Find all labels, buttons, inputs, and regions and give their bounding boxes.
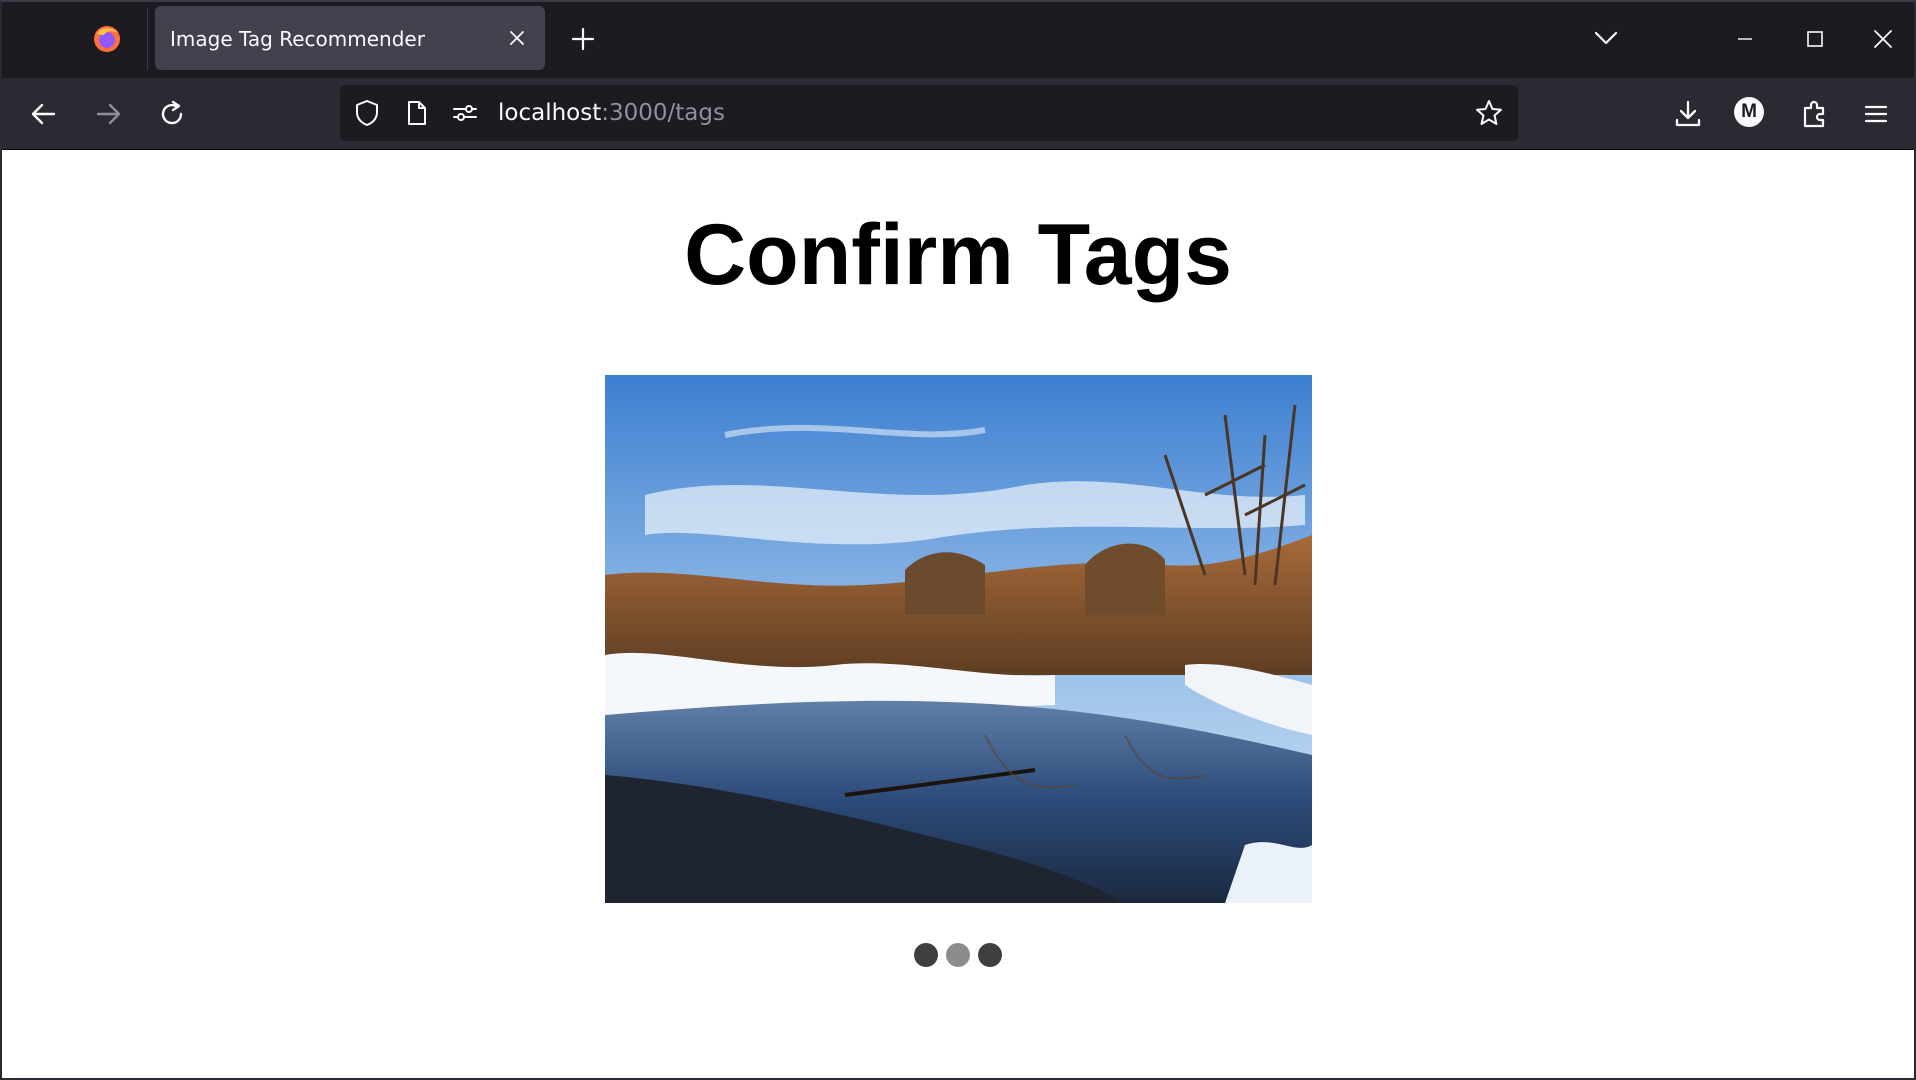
hamburger-menu-icon[interactable] — [1858, 96, 1894, 132]
active-tab[interactable]: Image Tag Recommender — [155, 6, 545, 70]
tab-title: Image Tag Recommender — [170, 27, 425, 51]
shield-icon[interactable] — [352, 98, 382, 128]
page-icon[interactable] — [402, 98, 432, 128]
plus-icon[interactable] — [568, 24, 598, 54]
carousel-dot-2[interactable] — [946, 943, 970, 967]
star-icon[interactable] — [1474, 98, 1504, 128]
reload-icon[interactable] — [154, 96, 190, 132]
tab-separator — [147, 8, 148, 70]
carousel-dot-3[interactable] — [978, 943, 1002, 967]
carousel-indicators — [0, 943, 1916, 967]
download-icon[interactable] — [1670, 96, 1706, 132]
winter-river-photo — [605, 375, 1312, 903]
address-bar[interactable]: localhost:3000/tags — [340, 85, 1518, 141]
puzzle-icon[interactable] — [1796, 96, 1832, 132]
close-icon[interactable] — [1868, 24, 1898, 54]
navigation-toolbar: localhost:3000/tags M — [0, 78, 1916, 150]
avatar[interactable]: M — [1734, 97, 1764, 127]
permissions-icon[interactable] — [450, 98, 480, 128]
tab-strip: Image Tag Recommender — [0, 0, 1916, 78]
arrow-left-icon[interactable] — [26, 96, 62, 132]
url-text[interactable]: localhost:3000/tags — [498, 100, 725, 126]
url-host: localhost — [498, 100, 602, 126]
firefox-logo-icon — [94, 26, 120, 52]
maximize-icon[interactable] — [1800, 24, 1830, 54]
page-title: Confirm Tags — [684, 207, 1232, 303]
arrow-right-icon[interactable] — [90, 96, 126, 132]
url-path: :3000/tags — [601, 100, 725, 126]
carousel-dot-1[interactable] — [914, 943, 938, 967]
chevron-down-icon[interactable] — [1592, 26, 1620, 50]
close-icon[interactable] — [505, 26, 529, 50]
minimize-icon[interactable] — [1730, 24, 1760, 54]
